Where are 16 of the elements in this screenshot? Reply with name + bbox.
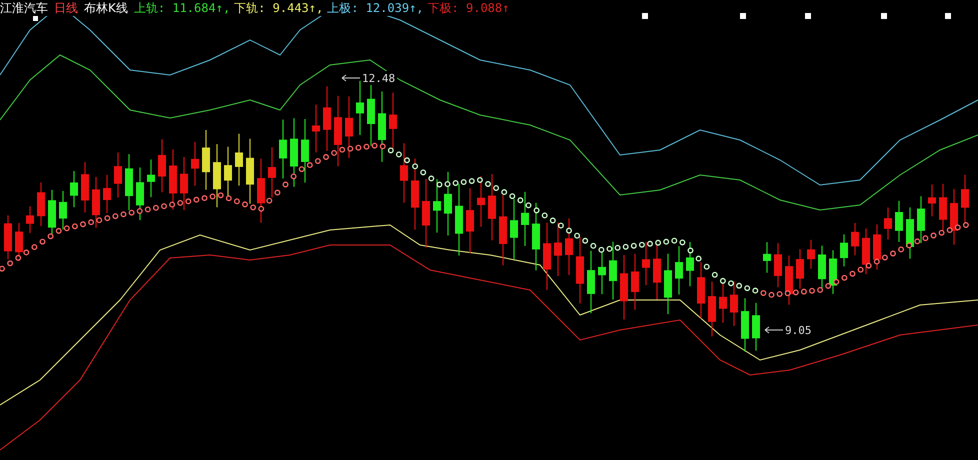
stock-name: 江淮汽车 xyxy=(0,0,48,16)
indicator-value: 下轨: 9.443↑, xyxy=(234,0,324,16)
leader-line xyxy=(764,326,784,334)
indicator-value: 下极: 9.088↑ xyxy=(428,0,510,16)
marker-icon xyxy=(805,13,811,19)
indicator-value: 上轨: 11.684↑, xyxy=(134,0,230,16)
marker-icon xyxy=(945,13,951,19)
marker-icon xyxy=(642,13,648,19)
marker-icon xyxy=(740,13,746,19)
leader-line xyxy=(342,74,360,82)
marker-icon xyxy=(881,13,887,19)
indicator-value: 上极: 12.039↑, xyxy=(327,0,424,16)
price-label: 9.05 xyxy=(785,324,812,337)
price-label: 12.48 xyxy=(362,72,396,85)
indicator-name: 布林K线 xyxy=(84,0,128,16)
period-label: 日线 xyxy=(54,0,78,16)
